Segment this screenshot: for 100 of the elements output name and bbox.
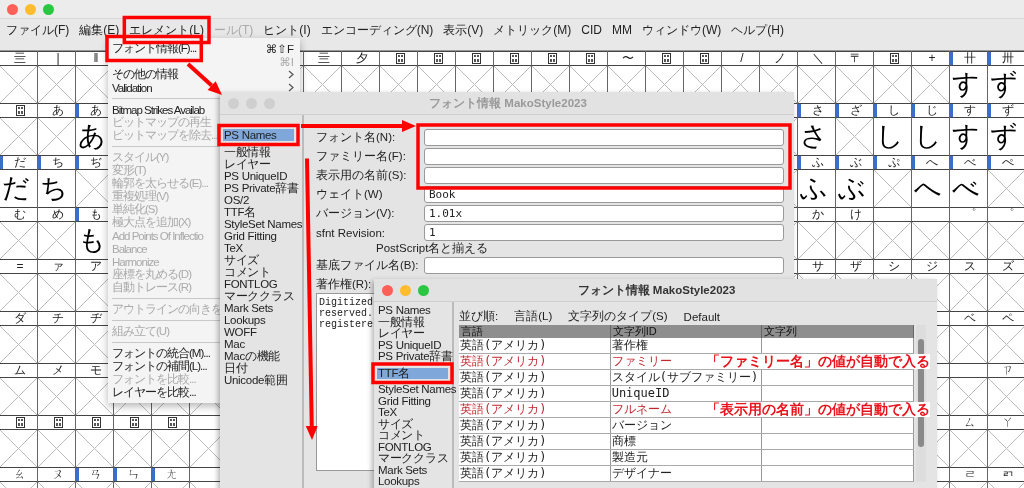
empty-glyph-slot[interactable] [836, 118, 873, 155]
category-item[interactable]: Mark Sets [223, 302, 294, 314]
menu-bar-item[interactable]: エンコーディング(N) [320, 21, 434, 39]
glyph-preview[interactable]: だ [0, 170, 37, 207]
category-item[interactable]: TTF名 [377, 367, 448, 379]
category-item[interactable]: Unicode範囲 [223, 374, 294, 386]
glyph-label: か [811, 208, 825, 221]
input-field[interactable]: 1.01x [424, 205, 784, 222]
field-label: ファミリー名(F): [316, 149, 407, 164]
zoom-button[interactable] [418, 284, 429, 296]
empty-glyph-slot[interactable] [988, 274, 1024, 311]
category-item[interactable]: PS Private辞書 [223, 182, 299, 194]
category-item[interactable]: サイズ [223, 254, 294, 266]
close-button[interactable] [382, 284, 393, 296]
menu-bar-item[interactable]: 表示(V) [443, 21, 484, 39]
empty-glyph-slot[interactable] [988, 222, 1024, 259]
sort-option[interactable]: Default [683, 310, 721, 323]
category-item[interactable]: PS UniqueID [377, 339, 448, 351]
table-cell: 製造元 [610, 450, 763, 465]
category-item[interactable]: Grid Fitting [377, 395, 448, 407]
glyph-preview[interactable]: へ [912, 170, 949, 207]
category-item[interactable]: StyleSet Names [377, 384, 457, 396]
glyph-preview[interactable]: ふ [798, 170, 835, 207]
empty-glyph-slot[interactable] [988, 378, 1024, 415]
menu-bar-item[interactable]: ヒント(I) [263, 21, 311, 39]
category-item[interactable]: TTF名 [223, 206, 294, 218]
input-field[interactable] [424, 129, 784, 146]
table-cell: スタイル(サブファミリー) [610, 370, 763, 385]
sort-option[interactable]: 文字列のタイプ(S) [568, 309, 668, 324]
glyph-label: ㄺ [1001, 468, 1015, 481]
glyph-label: ァ [51, 260, 65, 273]
empty-glyph-slot[interactable] [988, 326, 1024, 363]
menu-item[interactable]: レイヤーを比較... [112, 385, 196, 400]
sort-option[interactable]: 言語(L) [514, 309, 553, 324]
glyph-preview[interactable]: ず [988, 118, 1024, 155]
empty-glyph-slot[interactable] [988, 170, 1024, 207]
category-item[interactable]: PS Names [377, 305, 448, 317]
category-item[interactable]: Macの機能 [223, 350, 294, 362]
shortcut-label: ⌘⇧F [265, 41, 294, 56]
glyph-label: め [51, 208, 65, 221]
input-field[interactable] [424, 167, 784, 184]
category-item[interactable]: 一般情報 [377, 316, 448, 328]
category-item[interactable]: StyleSet Names [223, 218, 303, 230]
code-point-icon [15, 417, 25, 428]
glyph-preview[interactable]: し [874, 118, 911, 155]
category-item[interactable]: マーククラス [223, 290, 295, 302]
glyph-preview[interactable]: ず [988, 66, 1024, 103]
menu-bar-item[interactable]: MM [612, 23, 632, 37]
category-item[interactable]: FONTLOG [377, 441, 448, 453]
code-point-icon [15, 105, 25, 116]
category-item[interactable]: WOFF [223, 326, 294, 338]
menu-bar-item[interactable]: ファイル(F) [6, 21, 70, 39]
menu-bar-item[interactable]: ヘルプ(H) [731, 21, 784, 39]
category-item[interactable]: レイヤー [377, 328, 448, 340]
category-item[interactable]: コメント [223, 266, 294, 278]
category-item[interactable]: Lookups [377, 476, 448, 488]
category-item[interactable]: 一般情報 [223, 146, 294, 158]
glyph-preview[interactable]: ぶ [836, 170, 873, 207]
glyph-preview[interactable]: ち [38, 170, 75, 207]
category-item[interactable]: TeX [377, 407, 448, 419]
close-button[interactable] [7, 3, 18, 15]
category-item[interactable]: マーククラス [377, 453, 449, 465]
category-item[interactable]: FONTLOG [223, 278, 294, 290]
category-item[interactable]: PS UniqueID [223, 170, 294, 182]
category-item[interactable]: Mark Sets [377, 464, 448, 476]
category-item[interactable]: Lookups [223, 314, 294, 326]
menu-item[interactable]: フォントの統合(M)... [112, 346, 210, 361]
category-item[interactable]: コメント [377, 430, 448, 442]
menu-item[interactable]: フォントの補間(L)... [112, 359, 207, 374]
menu-item[interactable]: Validation [112, 81, 152, 94]
empty-glyph-slot[interactable] [988, 430, 1024, 467]
category-item[interactable]: PS Private辞書 [377, 351, 453, 363]
category-item[interactable]: レイヤー [223, 158, 294, 170]
menu-item[interactable]: その他の情報 [112, 67, 178, 82]
glyph-label: ゜ [963, 208, 977, 221]
empty-glyph-slot[interactable] [874, 170, 911, 207]
glyph-preview[interactable]: す [950, 118, 987, 155]
category-item[interactable]: サイズ [377, 418, 448, 430]
glyph-preview[interactable]: し [912, 118, 949, 155]
menu-bar-item[interactable]: CID [581, 23, 602, 37]
menu-bar-item[interactable]: ウィンドウ(W) [642, 21, 722, 39]
menu-bar-item[interactable]: メトリック(M) [493, 21, 572, 39]
minimize-button[interactable] [25, 3, 36, 15]
input-field[interactable] [424, 257, 784, 274]
glyph-preview[interactable]: べ [950, 170, 987, 207]
category-item[interactable]: 日付 [223, 362, 294, 374]
category-item[interactable]: OS/2 [223, 194, 294, 206]
zoom-button[interactable] [43, 3, 54, 15]
menu-item[interactable]: Bitmap Strikes Availab [112, 103, 205, 116]
category-item[interactable]: Grid Fitting [223, 230, 294, 242]
category-item[interactable]: TeX [223, 242, 294, 254]
shortcut-label: ⌘I [279, 54, 294, 69]
input-field[interactable]: 1 [424, 224, 784, 241]
category-item[interactable]: Mac [223, 338, 294, 350]
glyph-preview[interactable]: さ [798, 118, 835, 155]
category-item[interactable]: PS Names [223, 129, 294, 141]
glyph-preview[interactable]: す [950, 66, 987, 103]
table-cell: 英語(アメリカ) [459, 338, 611, 353]
input-field[interactable] [424, 148, 784, 165]
minimize-button[interactable] [400, 284, 411, 296]
